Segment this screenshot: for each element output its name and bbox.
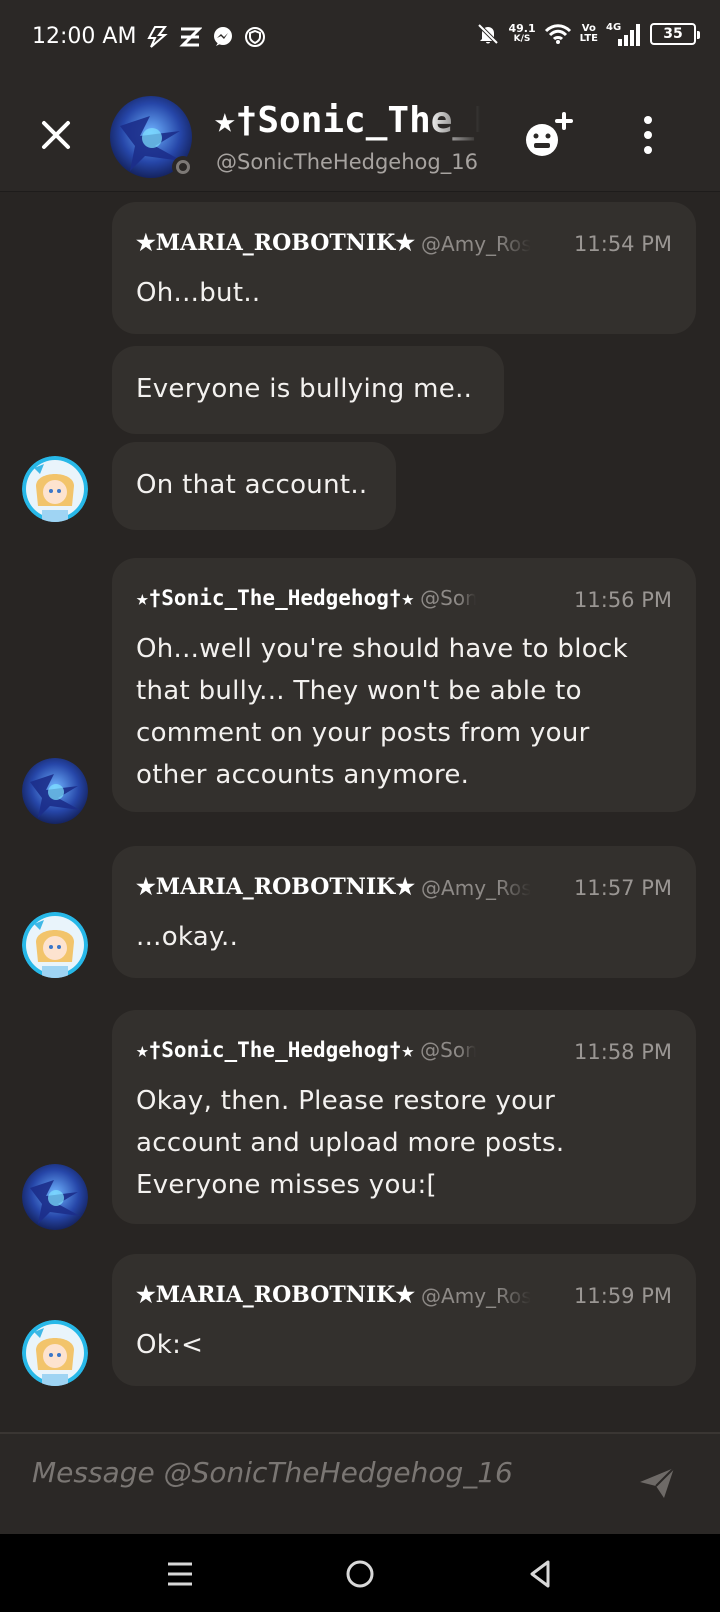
- message-bubble[interactable]: ★MARIA_ROBOTNIK★@Amy_Rose 11:54 PM Oh...…: [112, 202, 696, 334]
- message-text: Oh...well you're should have to block th…: [136, 634, 628, 790]
- message-header: ★MARIA_ROBOTNIK★@Amy_Rose 11:57 PM: [136, 874, 672, 904]
- avatar[interactable]: [22, 912, 88, 978]
- sender-handle: @SonicTheHedgehog_16: [420, 1038, 477, 1062]
- message-text: ...okay..: [136, 922, 239, 952]
- more-vertical-icon[interactable]: [630, 112, 666, 158]
- battery-indicator: 35: [650, 23, 700, 45]
- status-time: 12:00 AM: [32, 24, 137, 49]
- status-bar: 12:00 AM 49.1 K/S Vo LTE 4G 35: [0, 0, 720, 82]
- sender-handle: @Amy_Rose: [421, 876, 532, 900]
- message-header: ★†Sonic_The_Hedgehog†★@SonicTheHedgehog_…: [136, 1038, 672, 1068]
- home-icon[interactable]: [340, 1554, 380, 1594]
- message-text: Oh...but..: [136, 278, 261, 308]
- wifi-icon: [544, 24, 571, 44]
- add-friend-icon[interactable]: [522, 110, 578, 160]
- message-list[interactable]: ★MARIA_ROBOTNIK★@Amy_Rose 11:54 PM Oh...…: [0, 192, 720, 1432]
- avatar[interactable]: [22, 1164, 88, 1230]
- sender-handle: @Amy_Rose: [421, 232, 532, 256]
- net-speed: 49.1 K/S: [508, 22, 536, 44]
- message-time: 11:57 PM: [574, 876, 672, 900]
- page-title: ★†Sonic_The_Hedgehog†★: [214, 100, 480, 141]
- back-icon[interactable]: [520, 1554, 560, 1594]
- message-bubble[interactable]: ★MARIA_ROBOTNIK★@Amy_Rose 11:57 PM ...ok…: [112, 846, 696, 978]
- message-header: ★MARIA_ROBOTNIK★@Amy_Rose 11:59 PM: [136, 1282, 672, 1312]
- send-icon[interactable]: [638, 1464, 676, 1502]
- flash-icon: [147, 26, 168, 48]
- sender-handle: @SonicTheHedgehog_16: [420, 586, 477, 610]
- message-header: ★MARIA_ROBOTNIK★@Amy_Rose 11:54 PM: [136, 230, 672, 260]
- carrier-app-icon: [179, 27, 202, 47]
- message-text: Ok:<: [136, 1330, 204, 1360]
- header-handle: @SonicTheHedgehog_16: [216, 150, 478, 174]
- message-bubble[interactable]: ★MARIA_ROBOTNIK★@Amy_Rose 11:59 PM Ok:<: [112, 1254, 696, 1386]
- sender-name[interactable]: ★MARIA_ROBOTNIK★: [136, 230, 415, 256]
- message-header: ★†Sonic_The_Hedgehog†★@SonicTheHedgehog_…: [136, 586, 672, 616]
- message-bubble[interactable]: ★†Sonic_The_Hedgehog†★@SonicTheHedgehog_…: [112, 1010, 696, 1224]
- avatar[interactable]: [22, 758, 88, 824]
- menu-icon[interactable]: [160, 1554, 200, 1594]
- message-bubble[interactable]: Everyone is bullying me..: [112, 346, 504, 434]
- chat-header: ★†Sonic_The_Hedgehog†★ @SonicTheHedgehog…: [0, 82, 720, 192]
- vpn-shield-icon: [245, 27, 265, 47]
- message-composer: [0, 1432, 720, 1534]
- signal-icon: [618, 24, 640, 46]
- signal-indicator: 4G: [606, 22, 642, 46]
- message-text: Okay, then. Please restore your account …: [136, 1086, 565, 1200]
- message-input[interactable]: [32, 1456, 592, 1489]
- messenger-icon: [214, 27, 232, 46]
- sender-name[interactable]: ★†Sonic_The_Hedgehog†★: [136, 586, 414, 610]
- sender-name[interactable]: ★MARIA_ROBOTNIK★: [136, 874, 415, 900]
- avatar[interactable]: [22, 456, 88, 522]
- mute-bell-icon: [478, 23, 499, 45]
- message-time: 11:54 PM: [574, 232, 672, 256]
- message-time: 11:58 PM: [574, 1040, 672, 1064]
- close-icon[interactable]: [36, 115, 76, 155]
- sender-handle: @Amy_Rose: [421, 1284, 532, 1308]
- offline-status-indicator: [172, 156, 194, 178]
- message-text: On that account..: [136, 470, 368, 500]
- avatar[interactable]: [22, 1320, 88, 1386]
- volte-indicator: Vo LTE: [579, 23, 598, 44]
- message-time: 11:59 PM: [574, 1284, 672, 1308]
- message-time: 11:56 PM: [574, 588, 672, 612]
- sender-name[interactable]: ★MARIA_ROBOTNIK★: [136, 1282, 415, 1308]
- system-navbar: [0, 1534, 720, 1612]
- message-bubble[interactable]: On that account..: [112, 442, 396, 530]
- message-text: Everyone is bullying me..: [136, 374, 473, 404]
- sender-name[interactable]: ★†Sonic_The_Hedgehog†★: [136, 1038, 414, 1062]
- message-bubble[interactable]: ★†Sonic_The_Hedgehog†★@SonicTheHedgehog_…: [112, 558, 696, 812]
